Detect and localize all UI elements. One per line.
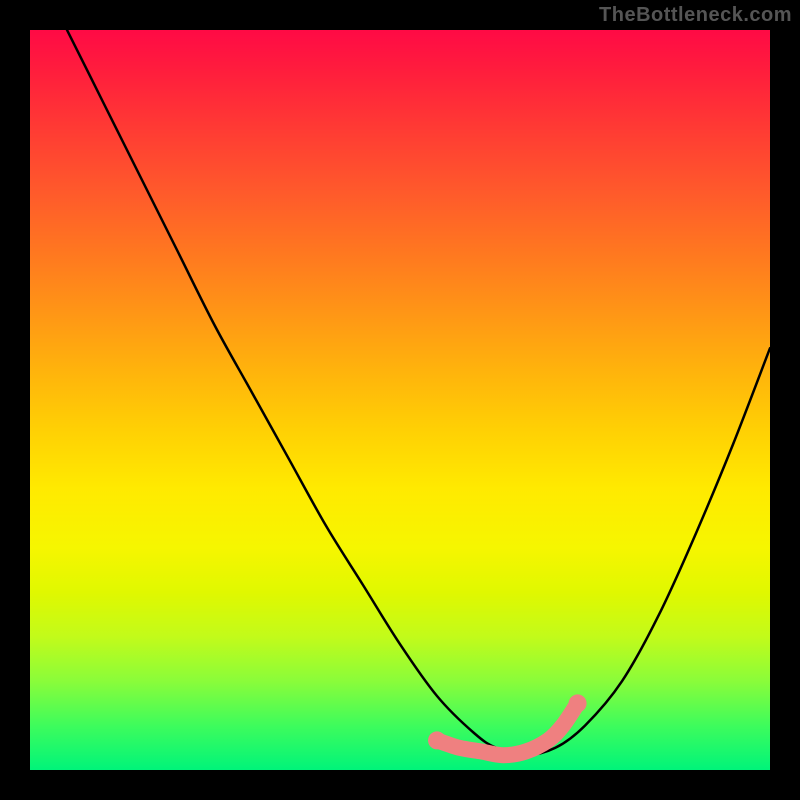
pink-valley-marker: [428, 694, 587, 755]
black-curve: [67, 30, 770, 755]
black-curve-path: [67, 30, 770, 755]
chart-frame: TheBottleneck.com: [0, 0, 800, 800]
watermark-label: TheBottleneck.com: [599, 4, 792, 27]
pink-valley-cap: [428, 731, 446, 749]
chart-svg: [30, 30, 770, 770]
pink-valley-cap: [569, 694, 587, 712]
chart-plot-area: [30, 30, 770, 770]
pink-valley-path: [437, 703, 578, 755]
